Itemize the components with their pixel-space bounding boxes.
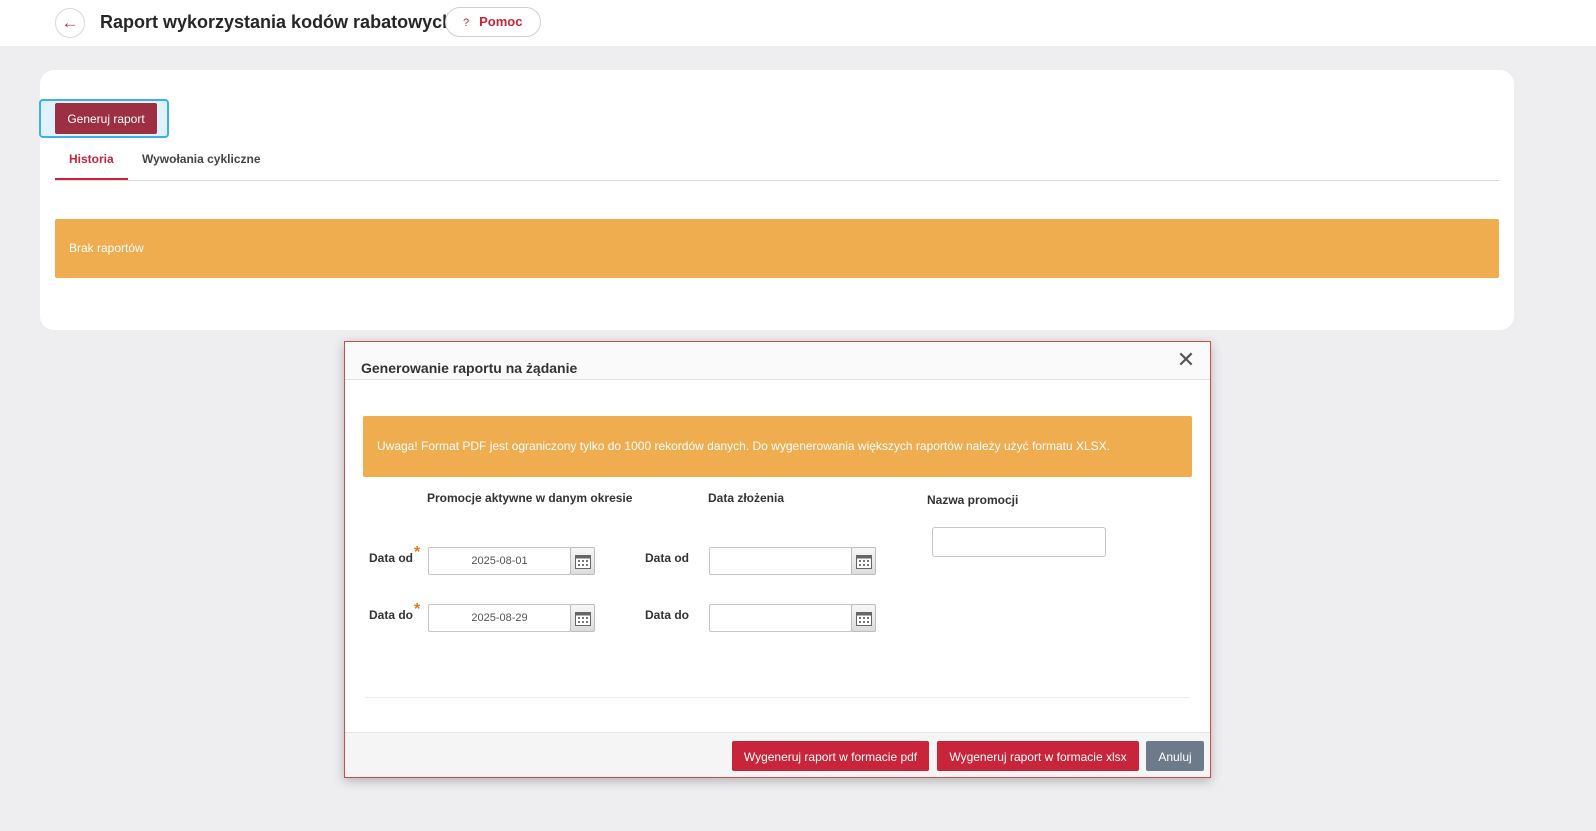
modal-title: Generowanie raportu na żądanie: [361, 360, 578, 376]
submission-from-label: Data od: [645, 551, 690, 565]
pdf-limit-warning: Uwaga! Format PDF jest ograniczony tylko…: [363, 416, 1192, 477]
calendar-icon[interactable]: [851, 604, 876, 632]
generate-button-focus-ring: Generuj raport: [39, 99, 169, 138]
generate-xlsx-button[interactable]: Wygeneruj raport w formacie xlsx: [937, 741, 1139, 771]
tabs: Historia Wywołania cykliczne: [55, 144, 1499, 181]
calendar-icon[interactable]: [570, 604, 595, 632]
required-marker: *: [414, 601, 421, 618]
submission-from-input[interactable]: [709, 547, 852, 575]
help-label: Pomoc: [479, 14, 523, 29]
empty-reports-alert: Brak raportów: [55, 219, 1499, 278]
promotion-name-input[interactable]: [932, 527, 1106, 557]
submission-date-heading: Data złożenia: [708, 491, 785, 505]
back-arrow-icon[interactable]: ←: [55, 8, 85, 38]
close-icon[interactable]: ✕: [1176, 349, 1196, 371]
submission-to-input[interactable]: [709, 604, 852, 632]
page-title: Raport wykorzystania kodów rabatowych: [100, 12, 454, 32]
tab-wywolania-cykliczne[interactable]: Wywołania cykliczne: [128, 144, 275, 180]
question-icon: ?: [463, 17, 470, 29]
active-from-input[interactable]: 2025-08-01: [428, 547, 571, 575]
generate-pdf-button[interactable]: Wygeneruj raport w formacie pdf: [732, 741, 929, 771]
calendar-icon[interactable]: [570, 547, 595, 575]
divider: [365, 697, 1190, 698]
active-to-input[interactable]: 2025-08-29: [428, 604, 571, 632]
cancel-button[interactable]: Anuluj: [1146, 741, 1204, 771]
submission-to-label: Data do: [645, 608, 690, 622]
calendar-icon[interactable]: [851, 547, 876, 575]
help-button[interactable]: ? Pomoc: [445, 7, 541, 37]
main-card: [40, 70, 1514, 330]
active-from-label: Data od *: [369, 544, 421, 565]
top-bar: ← Raport wykorzystania kodów rabatowych …: [0, 0, 1596, 46]
active-promotions-heading: Promocje aktywne w danym okresie: [427, 491, 633, 505]
required-marker: *: [414, 544, 421, 561]
generate-report-modal: Generowanie raportu na żądanie ✕ Uwaga! …: [344, 341, 1211, 778]
tab-historia[interactable]: Historia: [55, 144, 128, 180]
modal-footer: Wygeneruj raport w formacie pdf Wygeneru…: [345, 732, 1210, 777]
active-to-label: Data do *: [369, 601, 421, 622]
promotion-name-heading: Nazwa promocji: [927, 493, 1019, 507]
modal-header: Generowanie raportu na żądanie ✕: [345, 342, 1210, 380]
generate-report-button[interactable]: Generuj raport: [55, 103, 157, 134]
